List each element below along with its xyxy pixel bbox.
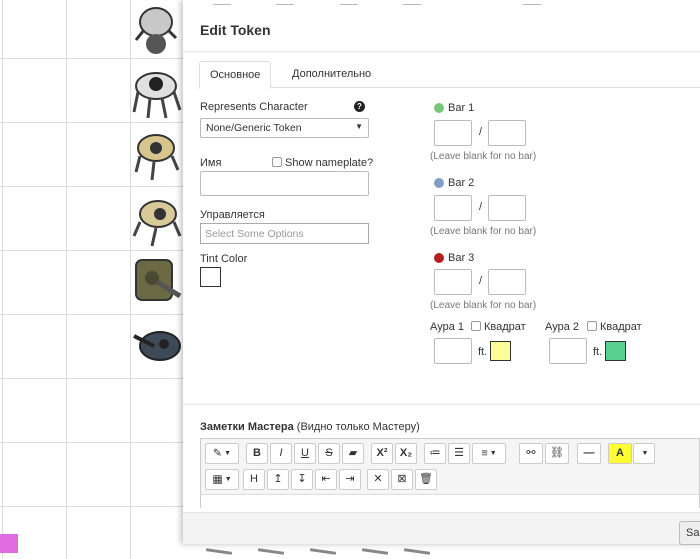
- table-icon[interactable]: ▦ ▼: [205, 469, 239, 490]
- gm-notes-textarea[interactable]: [201, 494, 699, 509]
- bar3-current-input[interactable]: [434, 269, 472, 295]
- token-sprite-2[interactable]: [130, 62, 182, 120]
- bar3-label: Bar 3: [448, 252, 475, 264]
- chevron-down-icon: ▼: [355, 122, 363, 131]
- delete-row-icon[interactable]: ✕: [367, 469, 389, 490]
- bar3-separator: /: [479, 275, 483, 287]
- notes-divider: [183, 404, 700, 405]
- represents-value: None/Generic Token: [206, 122, 302, 134]
- text-color-icon[interactable]: A: [608, 443, 632, 464]
- text-color-dropdown[interactable]: ▼: [633, 443, 655, 464]
- edit-token-dialog: Edit Token Основное Дополнительно Repres…: [183, 0, 700, 545]
- represents-label: Represents Character: [200, 101, 308, 113]
- superscript-button[interactable]: X²: [371, 443, 393, 464]
- tab-advanced[interactable]: Дополнительно: [282, 61, 381, 89]
- token-sprite-5[interactable]: [130, 250, 182, 308]
- underline-button[interactable]: U: [294, 443, 316, 464]
- aura2-radius-input[interactable]: [549, 338, 587, 364]
- name-input[interactable]: [200, 171, 369, 196]
- ordered-list-icon[interactable]: ≔: [424, 443, 446, 464]
- name-label: Имя: [200, 157, 222, 169]
- bar2-max-input[interactable]: [488, 195, 526, 221]
- aura2-square-label: Квадрат: [600, 321, 642, 333]
- strikethrough-button[interactable]: S: [318, 443, 340, 464]
- show-nameplate-checkbox[interactable]: [272, 157, 282, 167]
- controlled-label: Управляется: [200, 209, 265, 221]
- gm-notes-editor: ✎ ▼ B I U S ▰ X² X₂ ≔ ☰ ≡ ▼ ⚯ ⛓ — A ▼ ▦ ▼ H…: [200, 438, 700, 509]
- subscript-button[interactable]: X₂: [395, 443, 417, 464]
- aura2-color-swatch[interactable]: [605, 341, 626, 361]
- bar1-max-input[interactable]: [488, 120, 526, 146]
- bold-button[interactable]: B: [246, 443, 268, 464]
- aura1-radius-input[interactable]: [434, 338, 472, 364]
- align-dropdown-icon[interactable]: ≡ ▼: [472, 443, 506, 464]
- show-nameplate-label: Show nameplate?: [285, 157, 374, 169]
- represents-select[interactable]: None/Generic Token ▼: [200, 118, 369, 138]
- magic-wand-button[interactable]: ✎ ▼: [205, 443, 239, 464]
- bar3-color-dot[interactable]: [434, 253, 444, 263]
- aura2-square-checkbox[interactable]: [587, 321, 597, 331]
- dialog-title: Edit Token: [200, 22, 271, 38]
- horizontal-rule-icon[interactable]: —: [577, 443, 601, 464]
- gm-notes-title-main: Заметки Мастера: [200, 421, 294, 433]
- unlink-icon[interactable]: ⛓: [545, 443, 569, 464]
- aura1-unit: ft.: [478, 346, 488, 358]
- table-header-button[interactable]: H: [243, 469, 265, 490]
- controlled-by-select[interactable]: Select Some Options: [200, 223, 369, 244]
- aura2-label: Аура 2: [545, 321, 579, 333]
- bar1-label: Bar 1: [448, 102, 475, 114]
- bar1-current-input[interactable]: [434, 120, 472, 146]
- insert-row-below-icon[interactable]: ↧: [291, 469, 313, 490]
- delete-table-icon[interactable]: 🗑: [415, 469, 437, 490]
- aura1-label: Аура 1: [430, 321, 464, 333]
- bar1-separator: /: [479, 126, 483, 138]
- bar3-max-input[interactable]: [488, 269, 526, 295]
- aura1-color-swatch[interactable]: [490, 341, 511, 361]
- token-sprite-3[interactable]: [130, 124, 182, 182]
- bar2-hint: (Leave blank for no bar): [430, 226, 537, 237]
- eraser-icon[interactable]: ▰: [342, 443, 364, 464]
- token-sprite-1[interactable]: [130, 0, 182, 58]
- tab-main[interactable]: Основное: [199, 61, 272, 89]
- token-sprite-4[interactable]: [130, 192, 182, 250]
- bar2-current-input[interactable]: [434, 195, 472, 221]
- bar1-color-dot[interactable]: [434, 103, 444, 113]
- aura1-square-checkbox[interactable]: [471, 321, 481, 331]
- map-marker[interactable]: [0, 534, 18, 553]
- dialog-footer: Sa: [183, 512, 700, 545]
- aura1-square-label: Квадрат: [484, 321, 526, 333]
- dialog-tabs: Основное Дополнительно: [199, 61, 700, 89]
- dialog-header: Edit Token: [183, 0, 700, 52]
- save-button[interactable]: Sa: [679, 521, 700, 545]
- italic-button[interactable]: I: [270, 443, 292, 464]
- insert-column-right-icon[interactable]: ⇥: [339, 469, 361, 490]
- gm-notes-title: Заметки Мастера (Видно только Мастеру): [200, 421, 420, 433]
- delete-column-icon[interactable]: ⊠: [391, 469, 413, 490]
- insert-row-above-icon[interactable]: ↥: [267, 469, 289, 490]
- help-icon[interactable]: ?: [354, 101, 365, 112]
- bar1-hint: (Leave blank for no bar): [430, 151, 537, 162]
- token-sprite-6[interactable]: [130, 316, 182, 374]
- aura2-unit: ft.: [593, 346, 603, 358]
- unordered-list-icon[interactable]: ☰: [448, 443, 470, 464]
- link-icon[interactable]: ⚯: [519, 443, 543, 464]
- insert-column-left-icon[interactable]: ⇤: [315, 469, 337, 490]
- bar2-label: Bar 2: [448, 177, 475, 189]
- bar2-color-dot[interactable]: [434, 178, 444, 188]
- tint-color-swatch[interactable]: [200, 267, 221, 287]
- tint-label: Tint Color: [200, 253, 248, 265]
- gm-notes-subtitle: (Видно только Мастеру): [293, 421, 420, 433]
- bar2-separator: /: [479, 201, 483, 213]
- bar3-hint: (Leave blank for no bar): [430, 300, 537, 311]
